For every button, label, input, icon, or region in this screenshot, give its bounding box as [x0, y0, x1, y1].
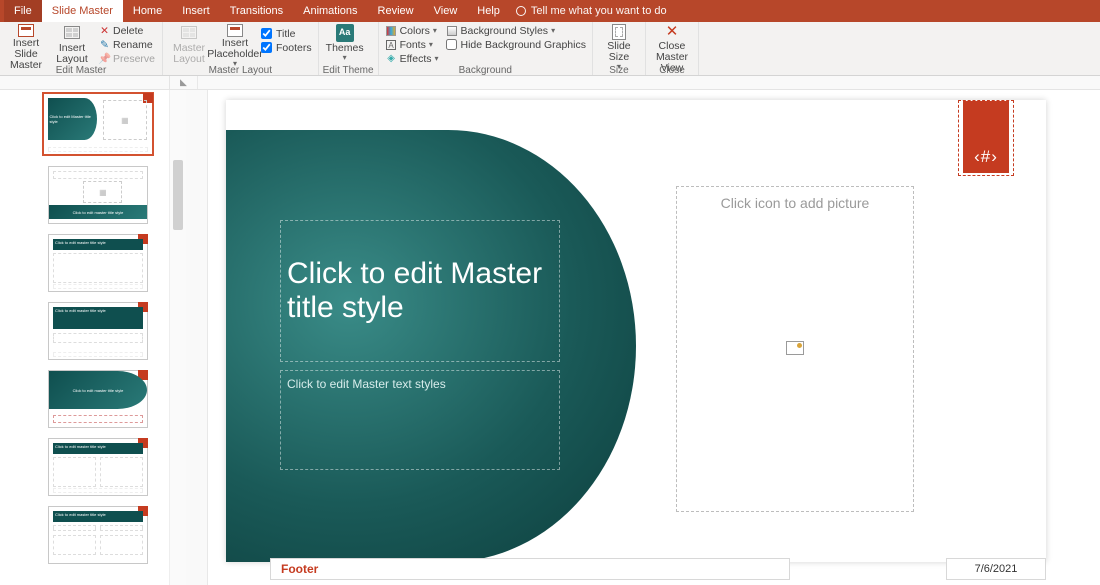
insert-slide-master-button[interactable]: Insert Slide Master: [4, 23, 48, 65]
picture-hint: Click icon to add picture: [721, 195, 870, 211]
insert-placeholder-button[interactable]: Insert Placeholder: [213, 23, 257, 65]
text-placeholder[interactable]: Click to edit Master text styles: [280, 370, 560, 470]
group-label: Edit Theme: [323, 65, 374, 77]
tab-file[interactable]: File: [4, 0, 42, 22]
master-layout-icon: [180, 24, 198, 42]
themes-icon: Aa: [336, 24, 354, 42]
outline-gutter: [0, 90, 26, 585]
thumbnail-layout[interactable]: Click to edit master title style: [48, 438, 148, 496]
slide-master-stage[interactable]: ‹#› Click to edit Master title style Cli…: [226, 100, 1046, 562]
tab-review[interactable]: Review: [368, 0, 424, 22]
close-master-view-button[interactable]: ✕ Close Master View: [650, 23, 694, 65]
effects-icon: ◈: [386, 53, 397, 64]
tab-transitions[interactable]: Transitions: [220, 0, 293, 22]
thumbnail-layout[interactable]: Click to edit master title style: [48, 302, 148, 360]
thumbnail-scrollbar[interactable]: [170, 90, 186, 585]
bg-styles-icon: [447, 25, 458, 36]
placeholder-icon: [226, 24, 244, 37]
hide-bg-checkbox[interactable]: Hide Background Graphics: [444, 38, 588, 51]
insert-layout-button[interactable]: Insert Layout: [50, 23, 94, 65]
tab-help[interactable]: Help: [467, 0, 510, 22]
ribbon-tabs: File Slide Master Home Insert Transition…: [0, 0, 1100, 22]
slide-master-icon: [17, 24, 35, 37]
ribbon: Insert Slide Master Insert Layout ✕Delet…: [0, 22, 1100, 76]
thumbnail-layout[interactable]: Click to edit master title style: [48, 234, 148, 292]
slide-canvas-area: ‹#› Click to edit Master title style Cli…: [186, 90, 1100, 585]
tab-view[interactable]: View: [424, 0, 468, 22]
thumbnail-layout[interactable]: Click to edit master title style: [48, 506, 148, 564]
thumbnail-panel: Click to edit Master title style ▦ ▦ Cli…: [26, 90, 170, 585]
delete-button[interactable]: ✕Delete: [96, 24, 158, 37]
preserve-button[interactable]: 📌Preserve: [96, 52, 158, 65]
effects-button[interactable]: ◈Effects: [383, 52, 442, 65]
slide-size-button[interactable]: Slide Size: [597, 23, 641, 65]
group-edit-theme: Aa Themes Edit Theme: [319, 22, 379, 75]
colors-icon: [386, 25, 397, 36]
themes-button[interactable]: Aa Themes: [323, 23, 367, 65]
horizontal-ruler: ◣: [0, 76, 1100, 90]
group-size: Slide Size Size: [593, 22, 646, 75]
tab-home[interactable]: Home: [123, 0, 172, 22]
fonts-button[interactable]: AFonts: [383, 38, 442, 51]
picture-placeholder[interactable]: Click icon to add picture: [676, 186, 914, 512]
group-close: ✕ Close Master View Close: [646, 22, 699, 75]
tab-slide-master[interactable]: Slide Master: [42, 0, 123, 22]
preserve-icon: 📌: [99, 53, 110, 64]
footer-placeholder[interactable]: Footer: [270, 558, 790, 580]
scrollbar-thumb[interactable]: [173, 160, 183, 230]
insert-picture-icon[interactable]: [786, 341, 804, 355]
group-label: Background: [383, 65, 588, 77]
close-icon: ✕: [663, 24, 681, 40]
date-placeholder[interactable]: 7/6/2021: [946, 558, 1046, 580]
tell-me-label: Tell me what you want to do: [531, 5, 667, 17]
group-edit-master: Insert Slide Master Insert Layout ✕Delet…: [0, 22, 163, 75]
group-master-layout: Master Layout Insert Placeholder Title F…: [163, 22, 319, 75]
rename-icon: ✎: [99, 39, 110, 50]
vertical-ruler: [186, 90, 208, 585]
slide-number-placeholder[interactable]: ‹#›: [958, 100, 1014, 176]
group-background: Colors AFonts ◈Effects Background Styles…: [379, 22, 593, 75]
lightbulb-icon: [516, 6, 526, 16]
group-label: Close: [650, 65, 694, 77]
slide-size-icon: [610, 24, 628, 40]
delete-icon: ✕: [99, 25, 110, 36]
thumbnail-layout[interactable]: Click to edit master title style: [48, 370, 148, 428]
background-styles-button[interactable]: Background Styles: [444, 24, 588, 37]
colors-button[interactable]: Colors: [383, 24, 442, 37]
tab-insert[interactable]: Insert: [172, 0, 220, 22]
layout-icon: [63, 24, 81, 42]
master-layout-button[interactable]: Master Layout: [167, 23, 211, 65]
picture-icon: ▦: [83, 181, 122, 203]
picture-icon: ▦: [103, 100, 146, 140]
tell-me-search[interactable]: Tell me what you want to do: [516, 5, 667, 17]
slide-number-value: ‹#›: [963, 101, 1009, 173]
group-label: Size: [597, 65, 641, 77]
title-text: Click to edit Master title style: [281, 257, 559, 326]
title-checkbox[interactable]: Title: [259, 27, 314, 40]
footers-checkbox[interactable]: Footers: [259, 41, 314, 54]
tab-animations[interactable]: Animations: [293, 0, 367, 22]
title-placeholder[interactable]: Click to edit Master title style: [280, 220, 560, 362]
thumbnail-layout[interactable]: ▦ Click to edit master title style: [48, 166, 148, 224]
fonts-icon: A: [386, 39, 397, 50]
rename-button[interactable]: ✎Rename: [96, 38, 158, 51]
text-placeholder-text: Click to edit Master text styles: [287, 377, 446, 391]
thumbnail-master[interactable]: Click to edit Master title style ▦: [42, 92, 154, 156]
